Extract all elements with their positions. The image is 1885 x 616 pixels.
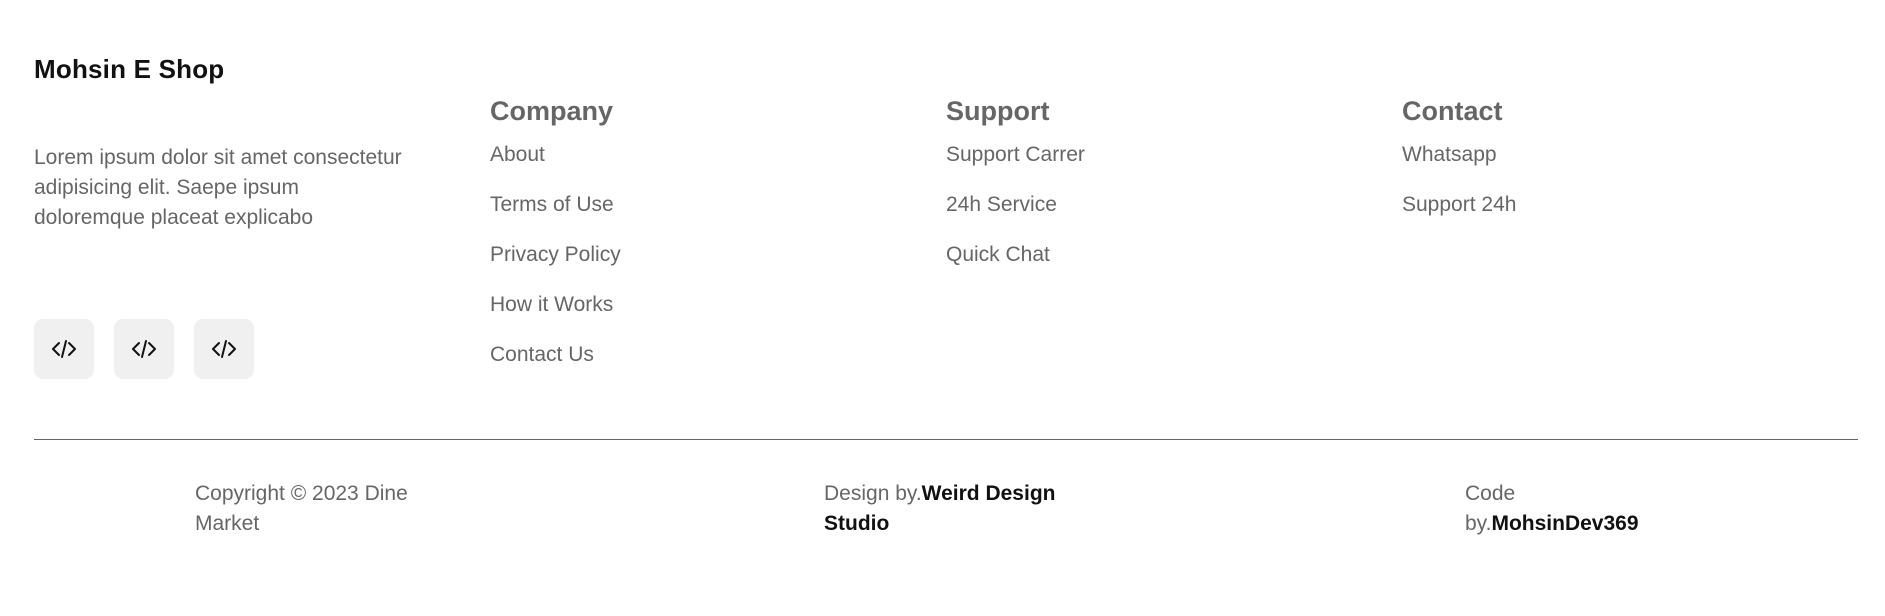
- footer-divider: [34, 439, 1858, 440]
- design-credit: Design by.Weird Design Studio: [824, 479, 1094, 539]
- link-support-24h[interactable]: Support 24h: [1402, 192, 1516, 218]
- design-credit-prefix: Design by.: [824, 482, 922, 505]
- contact-column: Contact Whatsapp Support 24h: [1402, 94, 1516, 242]
- copyright-text: Copyright © 2023 Dine Market: [195, 482, 408, 535]
- link-24h-service[interactable]: 24h Service: [946, 192, 1085, 218]
- support-heading: Support: [946, 96, 1050, 126]
- code-icon: [212, 340, 236, 358]
- company-heading: Company: [490, 96, 614, 126]
- link-whatsapp[interactable]: Whatsapp: [1402, 142, 1516, 168]
- social-button-2[interactable]: [114, 319, 174, 379]
- support-column: Support Support Carrer 24h Service Quick…: [946, 94, 1085, 292]
- code-icon: [52, 340, 76, 358]
- social-links: [34, 319, 254, 379]
- footer-description: Lorem ipsum dolor sit amet consectetur a…: [34, 146, 402, 229]
- brand-name: Mohsin E Shop: [34, 54, 225, 84]
- link-support-carrer[interactable]: Support Carrer: [946, 142, 1085, 168]
- contact-heading: Contact: [1402, 96, 1503, 126]
- social-button-1[interactable]: [34, 319, 94, 379]
- link-quick-chat[interactable]: Quick Chat: [946, 242, 1085, 268]
- company-column: Company About Terms of Use Privacy Polic…: [490, 94, 621, 392]
- code-credit: Code by.MohsinDev369: [1465, 479, 1665, 539]
- code-credit-name: MohsinDev369: [1491, 512, 1639, 535]
- link-contact-us[interactable]: Contact Us: [490, 342, 621, 368]
- social-button-3[interactable]: [194, 319, 254, 379]
- link-about[interactable]: About: [490, 142, 621, 168]
- link-how-it-works[interactable]: How it Works: [490, 292, 621, 318]
- link-privacy-policy[interactable]: Privacy Policy: [490, 242, 621, 268]
- code-icon: [132, 340, 156, 358]
- site-footer: Mohsin E Shop Lorem ipsum dolor sit amet…: [0, 0, 1885, 616]
- link-terms-of-use[interactable]: Terms of Use: [490, 192, 621, 218]
